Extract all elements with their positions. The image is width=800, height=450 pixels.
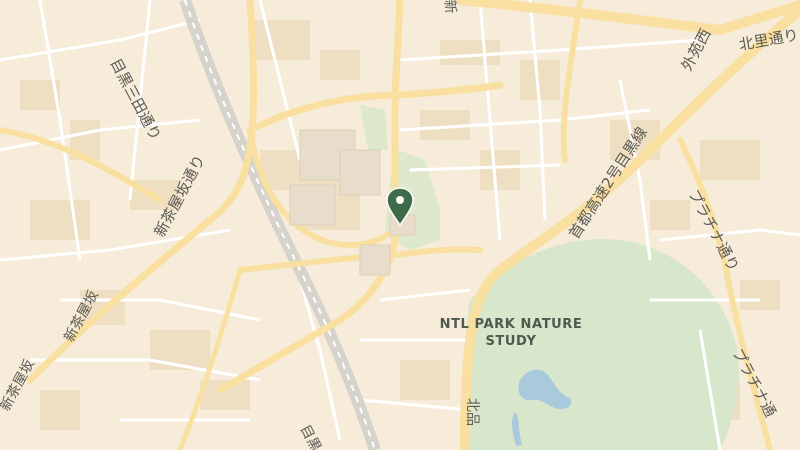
map-view[interactable]: 目黒三田通り 新茶屋坂通り 新茶屋坂 新茶屋坂 首都高速2号目黒線 外苑西 北里… (0, 0, 800, 450)
park-label-line1: NTL PARK NATURE (440, 317, 583, 332)
map-canvas[interactable]: 目黒三田通り 新茶屋坂通り 新茶屋坂 新茶屋坂 首都高速2号目黒線 外苑西 北里… (0, 0, 800, 450)
park-label-line2: STUDY (485, 334, 536, 349)
label-kitashina: 北品 (464, 398, 480, 426)
label-top-cut: 新 (441, 0, 458, 14)
